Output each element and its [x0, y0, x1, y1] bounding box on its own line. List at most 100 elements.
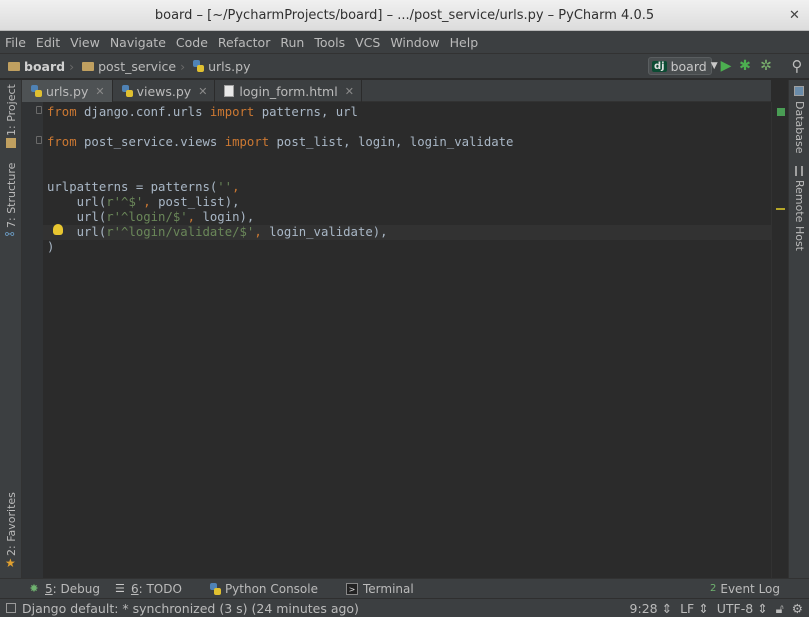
python-file-icon	[193, 60, 205, 72]
tab-urls-py[interactable]: urls.py ✕	[22, 80, 113, 102]
menu-window[interactable]: Window	[390, 35, 439, 50]
run-icon[interactable]: ▶	[718, 57, 734, 75]
tab-views-py[interactable]: views.py ✕	[113, 80, 216, 102]
chevron-down-icon: ▼	[710, 61, 718, 71]
event-log-icon: 2	[710, 583, 717, 594]
code-line[interactable]: urlpatterns = patterns('',	[47, 180, 240, 195]
remote-host-icon	[795, 166, 803, 176]
menu-bar: File Edit View Navigate Code Refactor Ru…	[0, 31, 809, 53]
terminal-icon: >	[345, 582, 358, 595]
menu-help[interactable]: Help	[450, 35, 479, 50]
pycharm-window: board – [~/PycharmProjects/board] – .../…	[0, 0, 809, 617]
event-log-button[interactable]: 2 Event Log	[710, 582, 780, 596]
code-token: import	[209, 105, 255, 119]
close-icon[interactable]: ✕	[345, 85, 354, 98]
structure-icon: ⚯	[5, 228, 15, 241]
toggle-tool-windows-icon[interactable]	[6, 603, 16, 613]
fold-icon[interactable]	[36, 136, 42, 144]
menu-navigate[interactable]: Navigate	[110, 35, 166, 50]
tool-window-bar: ✸ 5: Debug ☰ 6: TODO Python Console > Te…	[0, 578, 809, 598]
left-tool-strip: 1: Project 7: Structure ⚯ 2: Favorites ★	[0, 80, 22, 578]
todo-icon: ☰	[115, 581, 125, 595]
tool-favorites[interactable]: 2: Favorites	[5, 492, 18, 556]
tool-python-console[interactable]: Python Console	[190, 582, 318, 596]
code-line[interactable]: url(r'^login/$', login),	[47, 210, 255, 225]
project-icon	[6, 138, 16, 148]
tool-structure[interactable]: 7: Structure	[5, 163, 18, 228]
editor-gutter[interactable]	[22, 102, 43, 578]
inspection-ok-icon[interactable]	[777, 108, 785, 116]
breadcrumb-project[interactable]: board ›	[8, 59, 74, 74]
code-token: r'^$'	[106, 195, 144, 209]
tab-login-form-html[interactable]: login_form.html ✕	[215, 80, 362, 102]
window-title: board – [~/PycharmProjects/board] – .../…	[154, 7, 655, 23]
code-token: r'^login/validate/$'	[106, 225, 255, 239]
code-token: from	[47, 105, 77, 119]
right-tool-strip: Database Remote Host	[788, 80, 809, 578]
code-line[interactable]: url(r'^$', post_list),	[47, 195, 240, 210]
tool-debug[interactable]: ✸ 5: Debug	[8, 582, 100, 596]
menu-run[interactable]: Run	[280, 35, 304, 50]
menu-edit[interactable]: Edit	[36, 35, 60, 50]
search-icon[interactable]: ⚲	[789, 57, 805, 75]
tool-project[interactable]: 1: Project	[5, 84, 18, 136]
code-token: ,	[232, 180, 240, 194]
menu-view[interactable]: View	[70, 35, 100, 50]
menu-refactor[interactable]: Refactor	[218, 35, 270, 50]
menu-vcs[interactable]: VCS	[355, 35, 380, 50]
file-encoding[interactable]: UTF-8	[717, 601, 753, 616]
code-token: from	[47, 135, 77, 149]
fold-icon[interactable]	[36, 106, 42, 114]
close-icon[interactable]: ✕	[786, 7, 803, 24]
python-console-icon	[209, 582, 221, 595]
code-line[interactable]: from post_service.views import post_list…	[47, 135, 513, 150]
error-stripe[interactable]	[771, 102, 788, 578]
python-file-icon	[121, 85, 133, 97]
coverage-icon[interactable]: ✲	[758, 57, 774, 75]
chevron-right-icon: ›	[180, 58, 186, 74]
tool-todo[interactable]: ☰ 6: TODO	[108, 582, 182, 596]
close-icon[interactable]: ✕	[198, 85, 207, 98]
title-bar: board – [~/PycharmProjects/board] – .../…	[0, 0, 809, 31]
code-line[interactable]: url(r'^login/validate/$', login_validate…	[47, 225, 388, 240]
code-token: url(	[47, 225, 107, 239]
breadcrumb-package[interactable]: post_service ›	[82, 59, 185, 74]
warning-marker[interactable]	[776, 208, 785, 210]
inspection-icon[interactable]: ⚙	[792, 601, 803, 616]
menu-tools[interactable]: Tools	[314, 35, 345, 50]
tool-terminal[interactable]: > Terminal	[326, 582, 414, 596]
code-token: url(	[47, 210, 107, 224]
menu-file[interactable]: File	[5, 35, 26, 50]
code-token: url(	[47, 195, 107, 209]
code-token: )	[47, 240, 55, 254]
code-line[interactable]: from django.conf.urls import patterns, u…	[47, 105, 358, 120]
code-token: import	[224, 135, 270, 149]
code-token: post_list),	[158, 195, 240, 209]
folder-icon	[8, 61, 20, 71]
chevron-updown-icon: ⇕	[661, 601, 673, 616]
code-token: ,	[254, 225, 270, 239]
debug-icon[interactable]: ✱	[737, 57, 753, 75]
tool-remote-host[interactable]: Remote Host	[793, 180, 806, 251]
chevron-updown-icon: ⇕	[698, 601, 709, 616]
line-separator[interactable]: LF	[680, 601, 694, 616]
close-icon[interactable]: ✕	[95, 85, 104, 98]
python-file-icon	[31, 85, 42, 97]
bug-icon: ✸	[29, 581, 39, 595]
menu-code[interactable]: Code	[176, 35, 208, 50]
tool-database[interactable]: Database	[793, 101, 806, 154]
code-line[interactable]: )	[47, 240, 54, 255]
code-token: patterns, url	[254, 105, 358, 119]
code-token: post_service.views	[76, 135, 225, 149]
html-file-icon	[224, 85, 235, 97]
lock-icon[interactable]: 🔓︎	[776, 601, 784, 617]
breadcrumb-file[interactable]: urls.py	[193, 59, 250, 74]
editor-tabs: urls.py ✕ views.py ✕ login_form.html ✕	[22, 80, 771, 102]
run-config-select[interactable]: dj board ▼	[648, 57, 718, 75]
code-token: ''	[217, 180, 233, 194]
code-editor[interactable]: from django.conf.urls import patterns, u…	[22, 102, 771, 578]
folder-icon	[82, 61, 95, 71]
caret-position[interactable]: 9:28	[630, 601, 658, 616]
chevron-right-icon: ›	[69, 58, 75, 74]
status-message[interactable]: Django default: * synchronized (3 s) (24…	[22, 601, 359, 616]
